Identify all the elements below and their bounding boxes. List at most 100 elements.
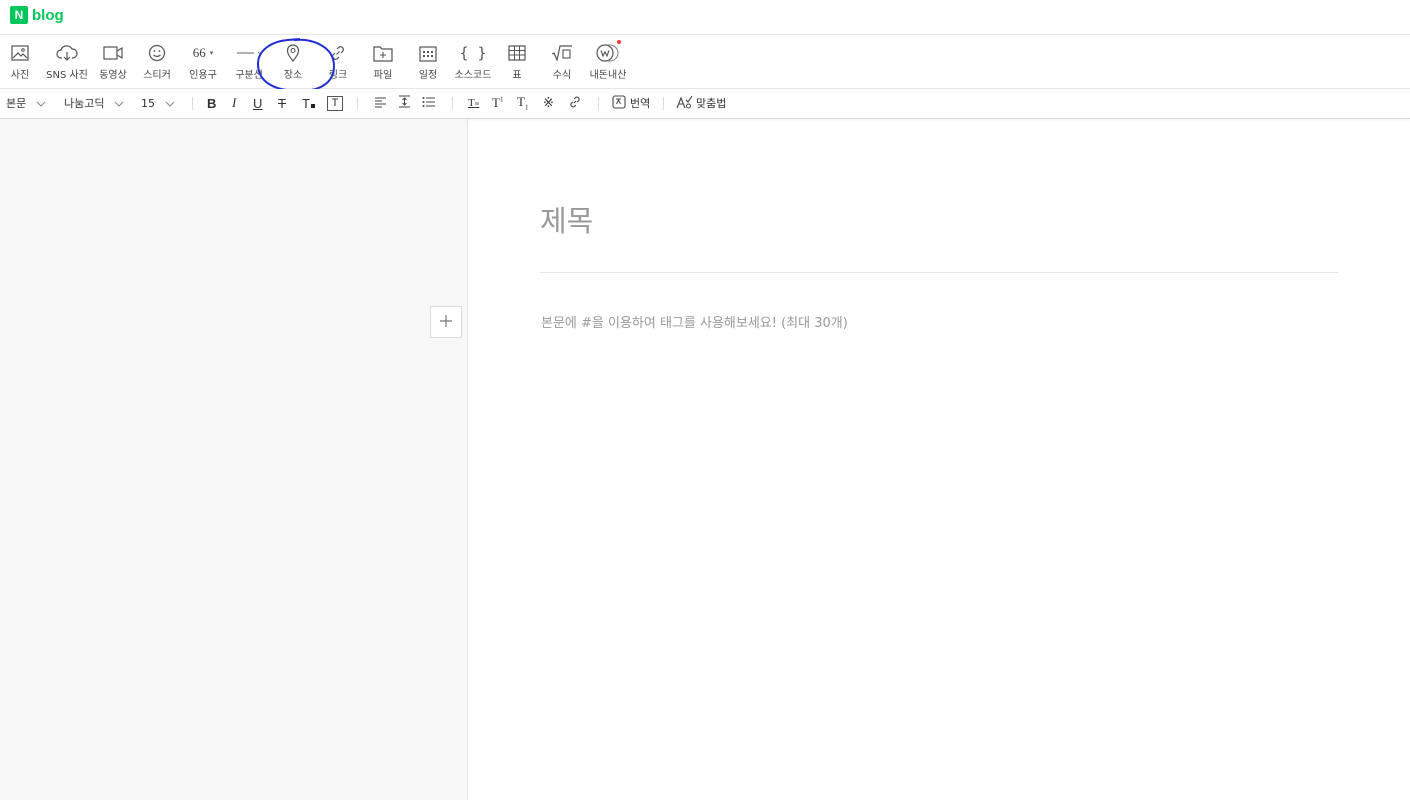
spellcheck-button[interactable]: 맞춤법 bbox=[676, 89, 726, 117]
format-toolbar: 본문 나눔고딕 15 B I U T T T T≡ T1 T1 ※ 번역 맞춤법 bbox=[0, 89, 1410, 119]
spellcheck-icon bbox=[676, 95, 693, 112]
file-add-icon bbox=[373, 43, 393, 63]
tool-label: 소스코드 bbox=[454, 70, 492, 81]
code-braces-icon: { } bbox=[459, 44, 487, 62]
toolbar-separator bbox=[452, 97, 453, 110]
list-button[interactable] bbox=[422, 89, 436, 117]
font-family-select[interactable]: 나눔고딕 bbox=[64, 89, 124, 117]
naver-n-icon: N bbox=[10, 6, 28, 24]
superscript-icon: T1 bbox=[492, 95, 504, 110]
translate-button[interactable]: 번역 bbox=[612, 89, 650, 117]
insert-place-button[interactable]: 장소 bbox=[279, 35, 307, 89]
translate-icon bbox=[612, 94, 626, 112]
insert-review-badge-button[interactable]: 내돈내산 bbox=[588, 35, 628, 89]
badge-w-icon bbox=[594, 43, 622, 63]
insert-formula-button[interactable]: 수식 bbox=[548, 35, 576, 89]
toolbar-separator bbox=[357, 97, 358, 110]
bullet-list-icon bbox=[422, 96, 436, 111]
naver-blog-logo[interactable]: N blog bbox=[10, 6, 64, 24]
tool-label: SNS 사진 bbox=[46, 70, 88, 81]
tool-label: 구분선 bbox=[235, 70, 263, 81]
line-height-icon bbox=[398, 95, 411, 111]
map-pin-icon bbox=[286, 43, 300, 63]
insert-link-button[interactable]: 링크 bbox=[324, 35, 352, 89]
insert-photo-button[interactable]: 사진 bbox=[6, 35, 34, 89]
line-height-button[interactable] bbox=[398, 89, 411, 117]
font-color-button[interactable]: T bbox=[302, 89, 315, 117]
background-color-icon: T bbox=[327, 95, 343, 111]
toolbar-separator bbox=[192, 97, 193, 110]
italic-button[interactable]: I bbox=[232, 89, 236, 117]
toolbar-separator bbox=[663, 97, 664, 110]
strikethrough-icon: T bbox=[278, 95, 286, 111]
insert-schedule-button[interactable]: 일정 bbox=[414, 35, 442, 89]
insert-toolbar: 사진 SNS 사진 동영상 스티커 66 ▾ 인용구 구분선 장소 링크 파일 … bbox=[0, 35, 1410, 89]
smiley-icon bbox=[148, 43, 166, 63]
video-icon bbox=[103, 43, 123, 63]
formula-icon bbox=[551, 43, 573, 63]
tool-label: 파일 bbox=[373, 70, 393, 81]
insert-divider-button[interactable]: 구분선 bbox=[233, 35, 265, 89]
chevron-down-icon: ▾ bbox=[209, 49, 214, 57]
chevron-down-icon bbox=[114, 97, 124, 110]
left-side-panel bbox=[0, 119, 468, 800]
italic-icon: I bbox=[232, 95, 237, 110]
insert-quote-button[interactable]: 66 ▾ 인용구 bbox=[187, 35, 219, 89]
tool-label: 수식 bbox=[552, 70, 572, 81]
format-link-button[interactable] bbox=[568, 89, 582, 117]
insert-video-button[interactable]: 동영상 bbox=[98, 35, 128, 89]
paragraph-style-value: 본문 bbox=[6, 97, 27, 110]
insert-sticker-button[interactable]: 스티커 bbox=[142, 35, 172, 89]
chevron-down-icon bbox=[36, 97, 46, 110]
paragraph-style-select[interactable]: 본문 bbox=[6, 89, 46, 117]
spellcheck-label: 맞춤법 bbox=[696, 97, 727, 110]
letter-spacing-button[interactable]: T≡ bbox=[468, 89, 479, 117]
bold-icon: B bbox=[207, 95, 217, 111]
font-color-icon: T bbox=[302, 96, 315, 111]
new-indicator-dot bbox=[617, 40, 621, 44]
insert-table-button[interactable]: 표 bbox=[504, 35, 530, 89]
insert-sns-photo-button[interactable]: SNS 사진 bbox=[46, 35, 88, 89]
background-color-button[interactable]: T bbox=[327, 89, 343, 117]
title-divider bbox=[540, 272, 1338, 273]
divider-icon bbox=[236, 43, 262, 63]
tool-label: 사진 bbox=[10, 70, 30, 81]
body-input[interactable]: 본문에 #을 이용하여 태그를 사용해보세요! (최대 30개) bbox=[541, 312, 848, 331]
superscript-button[interactable]: T1 bbox=[492, 89, 503, 117]
plus-icon bbox=[439, 313, 453, 332]
add-component-button[interactable] bbox=[430, 306, 462, 338]
align-left-icon bbox=[374, 96, 387, 111]
tool-label: 인용구 bbox=[189, 70, 217, 81]
quote-glyph: 66 bbox=[192, 45, 206, 60]
tool-label: 링크 bbox=[328, 70, 348, 81]
tool-label: 장소 bbox=[283, 70, 303, 81]
tool-label: 표 bbox=[512, 70, 522, 81]
bold-button[interactable]: B bbox=[207, 89, 216, 117]
toolbar-separator bbox=[598, 97, 599, 110]
blog-wordmark: blog bbox=[32, 6, 64, 24]
underline-icon: U bbox=[253, 95, 263, 111]
tool-label: 동영상 bbox=[99, 70, 127, 81]
special-character-button[interactable]: ※ bbox=[543, 89, 554, 117]
align-left-button[interactable] bbox=[374, 89, 387, 117]
tool-label: 일정 bbox=[418, 70, 438, 81]
insert-source-code-button[interactable]: { } 소스코드 bbox=[453, 35, 493, 89]
insert-file-button[interactable]: 파일 bbox=[369, 35, 397, 89]
special-character-icon: ※ bbox=[543, 95, 554, 111]
letter-spacing-icon: T≡ bbox=[468, 97, 480, 109]
top-bar: N blog bbox=[0, 0, 1410, 35]
font-family-value: 나눔고딕 bbox=[64, 97, 105, 110]
calendar-icon bbox=[419, 43, 437, 63]
tool-label: 스티커 bbox=[143, 70, 171, 81]
table-icon bbox=[508, 43, 526, 63]
subscript-icon: T1 bbox=[517, 94, 529, 112]
tool-label: 내돈내산 bbox=[589, 70, 627, 81]
link-icon bbox=[568, 95, 582, 112]
subscript-button[interactable]: T1 bbox=[517, 89, 528, 117]
quote-icon: 66 ▾ bbox=[193, 43, 214, 63]
strikethrough-button[interactable]: T bbox=[278, 89, 286, 117]
font-size-value: 15 bbox=[141, 96, 155, 110]
title-input[interactable]: 제목 bbox=[540, 198, 593, 240]
underline-button[interactable]: U bbox=[253, 89, 262, 117]
font-size-select[interactable]: 15 bbox=[141, 89, 175, 117]
